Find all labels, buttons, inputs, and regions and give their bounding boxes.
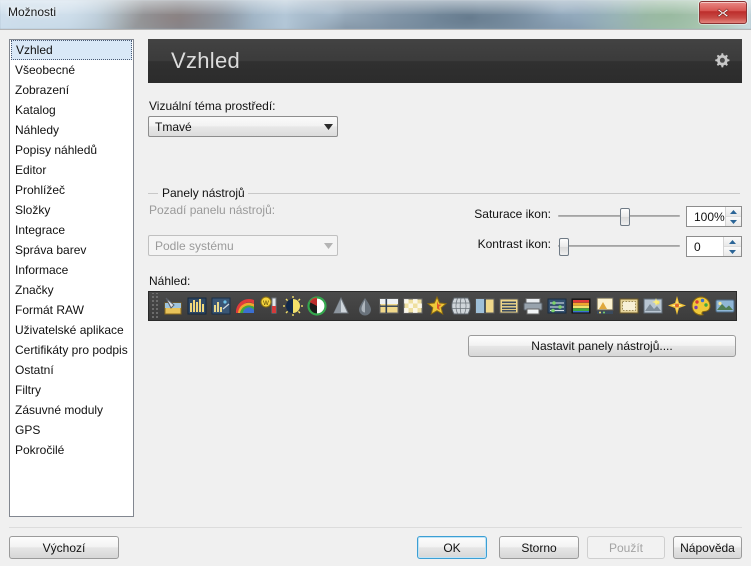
saturation-label: Saturace ikon: bbox=[474, 207, 551, 221]
configure-toolbars-button[interactable]: Nastavit panely nástrojů.... bbox=[468, 335, 736, 357]
groupbox-line-left bbox=[148, 193, 158, 194]
toolbar-bg-combobox[interactable]: Podle systému bbox=[148, 235, 338, 256]
window-titlebar[interactable]: Možnosti bbox=[0, 0, 751, 29]
options-dialog: Možnosti Vzhled Všeobecné Zobrazení Katalog… bbox=[0, 0, 751, 566]
sidebar-item[interactable]: Ostatní bbox=[10, 360, 133, 380]
theme-label: Vizuální téma prostředí: bbox=[149, 99, 276, 113]
saturation-spinner-buttons[interactable] bbox=[724, 207, 741, 226]
spinner-up-icon[interactable] bbox=[725, 207, 741, 217]
chevron-down-icon bbox=[319, 242, 337, 249]
effects-image-icon[interactable] bbox=[642, 295, 664, 317]
slideshow-icon[interactable] bbox=[594, 295, 616, 317]
contrast-slider-track bbox=[558, 245, 680, 247]
saturation-slider-track bbox=[558, 215, 680, 217]
close-button[interactable] bbox=[699, 1, 747, 24]
resize-icon[interactable] bbox=[402, 295, 424, 317]
theme-combobox[interactable]: Tmavé bbox=[148, 116, 338, 137]
sidebar-item[interactable]: Katalog bbox=[10, 100, 133, 120]
gear-icon[interactable] bbox=[713, 52, 731, 70]
saturation-value: 100% bbox=[687, 207, 725, 226]
toolbar-grip-handle[interactable] bbox=[150, 293, 159, 319]
contrast-value: 0 bbox=[687, 237, 723, 256]
contrast-slider-thumb[interactable] bbox=[559, 238, 569, 256]
sidebar-item[interactable]: Integrace bbox=[10, 220, 133, 240]
spinner-up-icon[interactable] bbox=[724, 237, 741, 247]
sidebar-item[interactable]: Filtry bbox=[10, 380, 133, 400]
split-view-icon[interactable] bbox=[474, 295, 496, 317]
preview-label: Náhled: bbox=[149, 274, 191, 288]
sidebar-item[interactable]: Zobrazení bbox=[10, 80, 133, 100]
contrast-circle-icon[interactable] bbox=[306, 295, 328, 317]
sharpen-triangle-icon[interactable] bbox=[330, 295, 352, 317]
toolbar-bg-label: Pozadí panelu nástrojů: bbox=[149, 203, 276, 217]
svg-text:W: W bbox=[263, 301, 269, 307]
sparkle-effect-icon[interactable] bbox=[666, 295, 688, 317]
contrast-slider[interactable] bbox=[558, 237, 680, 256]
sidebar-item[interactable]: Popisy náhledů bbox=[10, 140, 133, 160]
crop-icon[interactable] bbox=[378, 295, 400, 317]
settings-category-list[interactable]: Vzhled Všeobecné Zobrazení Katalog Náhledy Po… bbox=[9, 39, 134, 517]
brightness-icon[interactable] bbox=[282, 295, 304, 317]
batch-settings-icon[interactable] bbox=[546, 295, 568, 317]
contrast-label: Kontrast ikon: bbox=[477, 237, 551, 251]
spinner-down-icon[interactable] bbox=[724, 247, 741, 256]
apply-button: Použít bbox=[587, 536, 665, 559]
settings-panel: Vzhled Vizuální téma prostředí: Tmavé Pa… bbox=[148, 39, 742, 517]
levels-icon[interactable] bbox=[210, 295, 232, 317]
color-bars-icon[interactable] bbox=[570, 295, 592, 317]
defaults-button[interactable]: Výchozí bbox=[9, 536, 119, 559]
titlebar-sheen bbox=[0, 0, 751, 14]
white-balance-icon[interactable]: W bbox=[258, 295, 280, 317]
sidebar-item[interactable]: Informace bbox=[10, 260, 133, 280]
histogram-icon[interactable] bbox=[186, 295, 208, 317]
blur-drop-icon[interactable] bbox=[354, 295, 376, 317]
chevron-down-icon bbox=[319, 123, 337, 130]
footer-separator bbox=[9, 527, 742, 528]
sidebar-item[interactable]: Zásuvné moduly bbox=[10, 400, 133, 420]
sidebar-item[interactable]: Pokročilé bbox=[10, 440, 133, 460]
cancel-button[interactable]: Storno bbox=[499, 536, 579, 559]
sidebar-item[interactable]: Správa barev bbox=[10, 240, 133, 260]
sidebar-item[interactable]: Editor bbox=[10, 160, 133, 180]
sidebar-item[interactable]: GPS bbox=[10, 420, 133, 440]
sidebar-item[interactable]: Prohlížeč bbox=[10, 180, 133, 200]
list-view-icon[interactable] bbox=[498, 295, 520, 317]
sidebar-item[interactable]: Certifikáty pro podpis bbox=[10, 340, 133, 360]
print-icon[interactable] bbox=[522, 295, 544, 317]
saturation-slider[interactable] bbox=[558, 207, 680, 226]
toolbar-bg-combobox-value: Podle systému bbox=[155, 238, 234, 253]
saturation-spinbox[interactable]: 100% bbox=[686, 206, 742, 227]
page-title: Vzhled bbox=[171, 48, 241, 73]
groupbox-line-right bbox=[248, 193, 740, 194]
sidebar-item[interactable]: Složky bbox=[10, 200, 133, 220]
frame-icon[interactable] bbox=[618, 295, 640, 317]
sidebar-item[interactable]: Uživatelské aplikace bbox=[10, 320, 133, 340]
dialog-body: Vzhled Všeobecné Zobrazení Katalog Náhledy Po… bbox=[0, 29, 751, 566]
color-rainbow-icon[interactable] bbox=[234, 295, 256, 317]
saturation-slider-thumb[interactable] bbox=[620, 208, 630, 226]
theme-combobox-value: Tmavé bbox=[155, 119, 192, 134]
ok-button[interactable]: OK bbox=[417, 536, 487, 559]
spinner-down-icon[interactable] bbox=[725, 217, 741, 226]
sidebar-item[interactable]: Vzhled bbox=[11, 40, 132, 60]
favorite-star-icon[interactable] bbox=[426, 295, 448, 317]
panorama-icon[interactable] bbox=[714, 295, 736, 317]
palette-icon[interactable] bbox=[690, 295, 712, 317]
panel-header: Vzhled bbox=[148, 39, 742, 83]
help-button[interactable]: Nápověda bbox=[673, 536, 742, 559]
sidebar-item[interactable]: Formát RAW bbox=[10, 300, 133, 320]
sidebar-item[interactable]: Náhledy bbox=[10, 120, 133, 140]
contrast-spinner-buttons[interactable] bbox=[723, 237, 741, 256]
window-title: Možnosti bbox=[8, 5, 57, 19]
toolbars-group-label: Panely nástrojů bbox=[158, 186, 249, 200]
toolbar-preview[interactable]: W bbox=[148, 291, 737, 321]
sidebar-item[interactable]: Značky bbox=[10, 280, 133, 300]
distort-grid-icon[interactable] bbox=[450, 295, 472, 317]
contrast-spinbox[interactable]: 0 bbox=[686, 236, 742, 257]
sidebar-item[interactable]: Všeobecné bbox=[10, 60, 133, 80]
open-image-icon[interactable] bbox=[162, 295, 184, 317]
close-icon bbox=[717, 8, 729, 17]
